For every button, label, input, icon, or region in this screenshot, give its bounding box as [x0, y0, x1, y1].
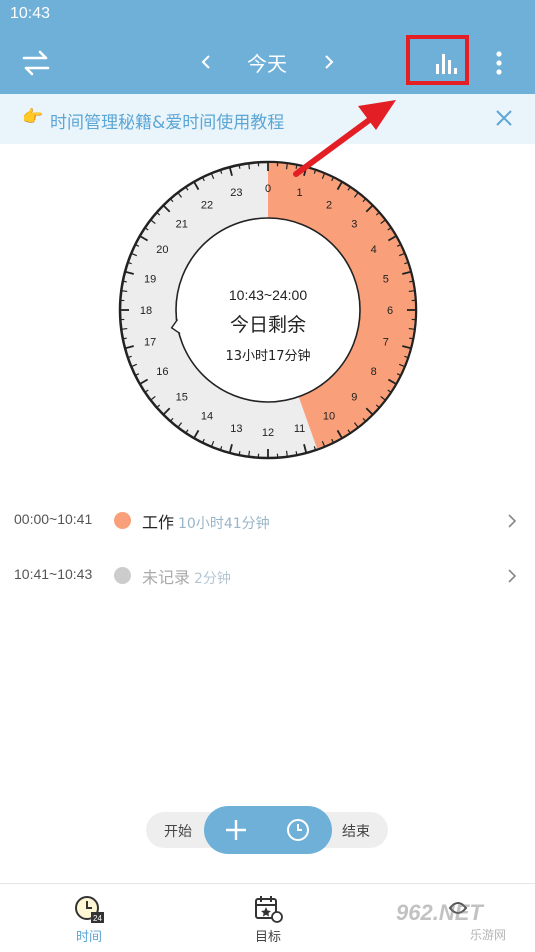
dial-hour-label: 21 — [176, 219, 188, 231]
record-name: 未记录2分钟 — [142, 564, 231, 588]
dial-tick — [287, 451, 288, 457]
dial-tick — [121, 291, 127, 292]
dial-hour-label: 7 — [383, 337, 389, 349]
dial-center-remaining: 13小时17分钟 — [225, 348, 310, 364]
clock-icon[interactable] — [286, 818, 310, 842]
dial-hour-label: 16 — [156, 366, 168, 378]
more-menu-icon[interactable] — [490, 48, 508, 78]
dial-tick — [239, 451, 240, 455]
swap-icon[interactable] — [22, 50, 50, 76]
time-control-center — [204, 806, 332, 854]
add-record-icon[interactable] — [224, 818, 248, 842]
dial-tick — [409, 291, 415, 292]
dial-tick — [409, 281, 413, 282]
dial-tick — [239, 165, 240, 169]
chevron-right-icon — [506, 513, 518, 529]
close-icon[interactable] — [494, 108, 514, 128]
page-title: 今天 — [227, 48, 307, 77]
nav-tab-time[interactable]: 24 时间 — [49, 894, 129, 946]
dial-hour-label: 22 — [201, 199, 213, 211]
dial-tick — [249, 163, 250, 169]
dial-hour-label: 1 — [297, 187, 303, 199]
dial-hour-label: 4 — [371, 244, 377, 256]
nav-label-goal: 目标 — [228, 926, 308, 945]
tip-text[interactable]: 时间管理秘籍&爱时间使用教程 — [50, 108, 284, 133]
dial-hour-label: 20 — [156, 244, 168, 256]
dial-center-title: 今日剩余 — [230, 314, 306, 336]
record-color-dot — [114, 512, 131, 529]
record-range: 10:41~10:43 — [14, 566, 92, 582]
dial-hour-label: 5 — [383, 273, 389, 285]
record-name: 工作10小时41分钟 — [142, 509, 270, 533]
dial-hour-label: 14 — [201, 411, 213, 423]
record-row-unrecorded[interactable]: 10:41~10:43 未记录2分钟 — [0, 552, 535, 600]
dial-hour-label: 3 — [351, 219, 357, 231]
dial-tick — [296, 451, 297, 455]
dial-hour-label: 0 — [265, 183, 271, 195]
dial-hour-label: 6 — [387, 305, 393, 317]
pointing-hand-icon: 👉 — [22, 107, 43, 127]
status-bar: 10:43 — [0, 0, 535, 32]
status-time: 10:43 — [10, 5, 50, 23]
dial-hour-label: 18 — [140, 305, 152, 317]
record-duration: 10小时41分钟 — [178, 516, 270, 532]
dial-tick — [123, 338, 127, 339]
dial-center-range: 10:43~24:00 — [229, 287, 307, 303]
dial-hour-label: 10 — [323, 411, 335, 423]
tip-banner[interactable]: 👉 时间管理秘籍&爱时间使用教程 — [0, 94, 535, 144]
annotation-highlight-box — [406, 35, 469, 85]
record-row-work[interactable]: 00:00~10:41 工作10小时41分钟 — [0, 497, 535, 545]
dial-hour-label: 23 — [230, 187, 242, 199]
dial-hour-label: 17 — [144, 337, 156, 349]
start-button[interactable]: 开始 — [164, 821, 192, 841]
previous-day-icon[interactable] — [197, 48, 215, 76]
dial-tick — [249, 451, 250, 457]
watermark-logo: 962.NET — [396, 900, 483, 926]
watermark-sub: 乐游网 — [470, 926, 506, 943]
dial-tick — [121, 329, 127, 330]
dial-hour-label: 9 — [351, 391, 357, 403]
next-day-icon[interactable] — [320, 48, 338, 76]
dial-tick — [409, 329, 415, 330]
dial-hour-label: 12 — [262, 427, 274, 439]
dial-hour-label: 11 — [294, 423, 305, 435]
nav-tab-goal[interactable]: 目标 — [228, 894, 308, 946]
goal-calendar-icon — [252, 894, 284, 924]
end-button[interactable]: 结束 — [342, 821, 370, 841]
clock-24-icon: 24 — [73, 894, 105, 924]
record-range: 00:00~10:41 — [14, 511, 92, 527]
dial-inner-circle — [176, 218, 360, 402]
dial-hour-label: 2 — [326, 199, 332, 211]
nav-label-time: 时间 — [49, 926, 129, 945]
dial-tick — [123, 281, 127, 282]
chevron-right-icon — [506, 568, 518, 584]
clock-badge: 24 — [93, 914, 102, 923]
dial-hour-label: 13 — [230, 423, 242, 435]
dial-tick — [409, 338, 413, 339]
dial-tick — [296, 165, 297, 169]
dial-tick — [287, 163, 288, 169]
day-clock-dial[interactable]: 01234567891011121314151617181920212223 1… — [0, 144, 535, 484]
dial-hour-label: 19 — [144, 273, 156, 285]
dial-hour-label: 15 — [176, 391, 188, 403]
record-duration: 2分钟 — [194, 571, 231, 587]
dial-hour-label: 8 — [371, 366, 377, 378]
record-color-dot — [114, 567, 131, 584]
